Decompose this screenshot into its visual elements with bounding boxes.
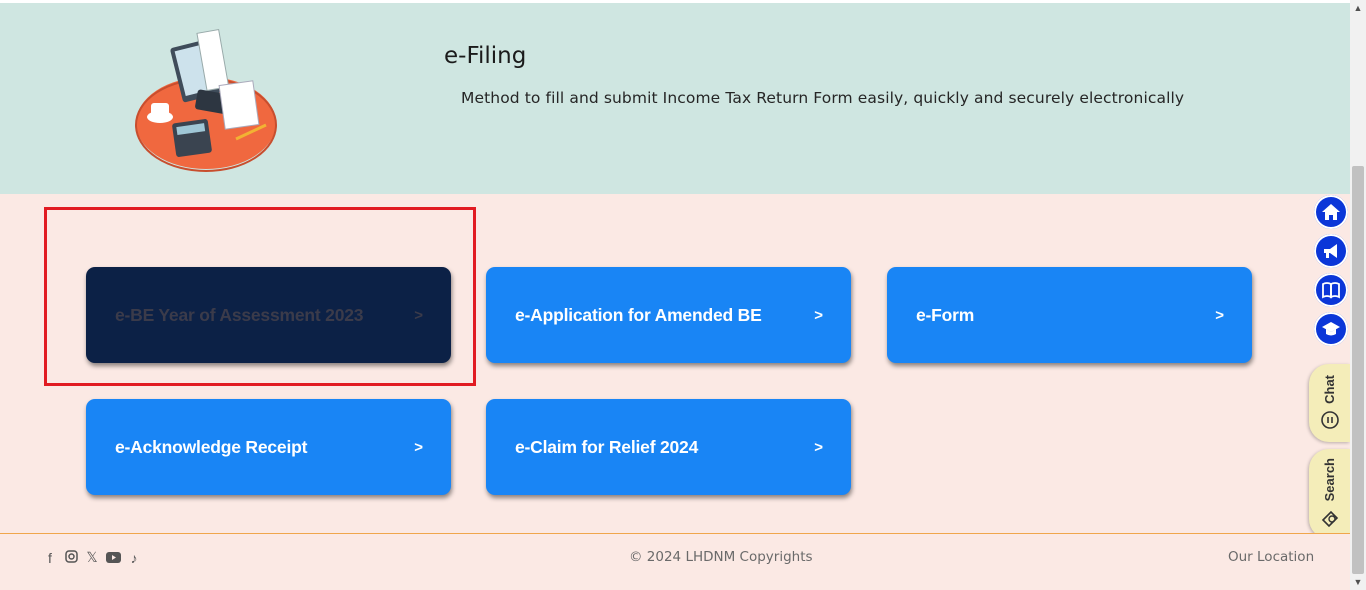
footer: f 𝕏 ♪ © 2024 LHDNM Copyrights Our Locati… bbox=[0, 533, 1350, 590]
our-location-link[interactable]: Our Location bbox=[1228, 549, 1314, 565]
card-e-form[interactable]: e-Form > bbox=[887, 267, 1252, 363]
card-e-application-amended-be[interactable]: e-Application for Amended BE > bbox=[486, 267, 851, 363]
scrollbar-thumb[interactable] bbox=[1352, 166, 1364, 574]
copyright-text: © 2024 LHDNM Copyrights bbox=[629, 549, 813, 565]
chevron-right-icon: > bbox=[814, 306, 823, 324]
card-label: e-Acknowledge Receipt bbox=[115, 436, 308, 457]
card-label: e-Form bbox=[916, 304, 975, 325]
vertical-scrollbar[interactable]: ▲ ▼ bbox=[1350, 0, 1366, 590]
hero-banner: e-Filing Method to fill and submit Incom… bbox=[0, 0, 1350, 194]
megaphone-icon[interactable] bbox=[1314, 234, 1348, 268]
card-label: e-Application for Amended BE bbox=[515, 304, 762, 325]
chat-widget[interactable]: Chat bbox=[1309, 364, 1350, 442]
card-e-acknowledge-receipt[interactable]: e-Acknowledge Receipt > bbox=[86, 399, 451, 495]
social-links: f 𝕏 ♪ bbox=[42, 549, 142, 566]
card-e-claim-relief-2024[interactable]: e-Claim for Relief 2024 > bbox=[486, 399, 851, 495]
graduation-cap-icon[interactable] bbox=[1314, 312, 1348, 346]
chevron-right-icon: > bbox=[1215, 306, 1224, 324]
chat-bubble-icon bbox=[1320, 411, 1339, 430]
search-hand-icon bbox=[1321, 510, 1338, 527]
card-label: e-Claim for Relief 2024 bbox=[515, 436, 699, 457]
page-description: Method to fill and submit Income Tax Ret… bbox=[461, 89, 1185, 107]
home-icon[interactable] bbox=[1314, 195, 1348, 229]
search-label: Search bbox=[1322, 458, 1337, 502]
x-icon[interactable]: 𝕏 bbox=[84, 549, 100, 566]
youtube-icon[interactable] bbox=[105, 550, 121, 566]
card-label: e-BE Year of Assessment 2023 bbox=[115, 304, 364, 325]
card-e-be-ya-2023[interactable]: e-BE Year of Assessment 2023 > bbox=[86, 267, 451, 363]
tiktok-icon[interactable]: ♪ bbox=[126, 550, 142, 566]
e-filing-illustration bbox=[135, 28, 277, 172]
chevron-right-icon: > bbox=[414, 306, 423, 324]
instagram-icon[interactable] bbox=[63, 549, 79, 566]
book-icon[interactable] bbox=[1314, 273, 1348, 307]
facebook-icon[interactable]: f bbox=[42, 550, 58, 566]
chat-label: Chat bbox=[1322, 374, 1337, 404]
floating-quick-links bbox=[1314, 195, 1348, 346]
chevron-right-icon: > bbox=[414, 438, 423, 456]
scroll-down-arrow-icon[interactable]: ▼ bbox=[1350, 574, 1366, 590]
page-title: e-Filing bbox=[444, 43, 527, 69]
service-cards: e-BE Year of Assessment 2023 > e-Applica… bbox=[0, 194, 1350, 534]
chevron-right-icon: > bbox=[814, 438, 823, 456]
search-widget[interactable]: Search bbox=[1309, 449, 1350, 539]
scroll-up-arrow-icon[interactable]: ▲ bbox=[1350, 0, 1366, 16]
